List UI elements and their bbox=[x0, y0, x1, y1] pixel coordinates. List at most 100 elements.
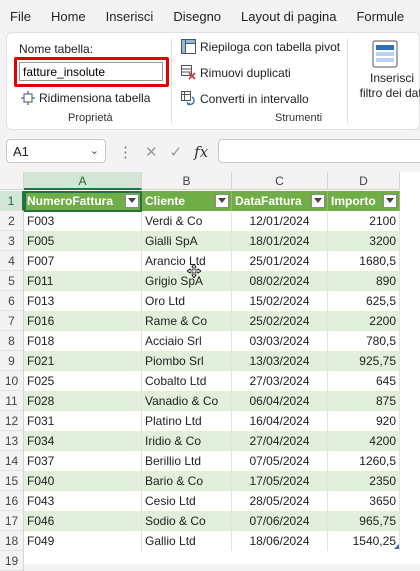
table-cell-numerofattura[interactable]: F049 bbox=[24, 531, 142, 551]
table-cell-importo[interactable]: 2200 bbox=[328, 311, 400, 331]
table-cell-datafattura[interactable]: 18/06/2024 bbox=[232, 531, 328, 551]
table-cell-datafattura[interactable]: 28/05/2024 bbox=[232, 491, 328, 511]
table-cell-numerofattura[interactable]: F018 bbox=[24, 331, 142, 351]
table-cell-datafattura[interactable]: 07/06/2024 bbox=[232, 511, 328, 531]
filter-dropdown-icon[interactable] bbox=[311, 194, 325, 208]
table-cell-numerofattura[interactable]: F013 bbox=[24, 291, 142, 311]
row-header[interactable]: 17 bbox=[0, 511, 24, 531]
table-cell-importo[interactable]: 645 bbox=[328, 371, 400, 391]
menu-home[interactable]: Home bbox=[41, 9, 96, 24]
row-header[interactable]: 14 bbox=[0, 451, 24, 471]
table-cell-numerofattura[interactable]: F005 bbox=[24, 231, 142, 251]
row-header[interactable]: 12 bbox=[0, 411, 24, 431]
table-cell-numerofattura[interactable]: F011 bbox=[24, 271, 142, 291]
table-cell-cliente[interactable]: Piombo Srl bbox=[142, 351, 232, 371]
table-cell-cliente[interactable]: Cobalto Ltd bbox=[142, 371, 232, 391]
table-resize-handle[interactable] bbox=[394, 544, 399, 549]
formula-input[interactable] bbox=[218, 139, 420, 163]
menu-file[interactable]: File bbox=[0, 9, 41, 24]
row-header[interactable]: 8 bbox=[0, 331, 24, 351]
insert-slicer-button[interactable]: Inserisci filtro dei dati bbox=[352, 39, 420, 101]
table-cell-numerofattura[interactable]: F028 bbox=[24, 391, 142, 411]
column-header-d[interactable]: D bbox=[328, 172, 400, 190]
row-header[interactable]: 18 bbox=[0, 531, 24, 551]
table-cell-numerofattura[interactable]: F007 bbox=[24, 251, 142, 271]
table-cell-cliente[interactable]: Rame & Co bbox=[142, 311, 232, 331]
filter-dropdown-icon[interactable] bbox=[125, 194, 139, 208]
table-cell-numerofattura[interactable]: F031 bbox=[24, 411, 142, 431]
column-header-a[interactable]: A bbox=[24, 172, 142, 190]
table-cell-datafattura[interactable]: 16/04/2024 bbox=[232, 411, 328, 431]
table-cell-importo[interactable]: 3650 bbox=[328, 491, 400, 511]
table-cell-cliente[interactable]: Vanadio & Co bbox=[142, 391, 232, 411]
table-cell-datafattura[interactable]: 25/02/2024 bbox=[232, 311, 328, 331]
worksheet-grid[interactable]: A B C D 1 2 3 4 5 6 7 8 9 10 11 12 13 14 15 16 17 18 19 NumeroF… bbox=[0, 172, 420, 571]
table-cell-importo[interactable]: 4200 bbox=[328, 431, 400, 451]
row-header[interactable]: 4 bbox=[0, 251, 24, 271]
table-cell-cliente[interactable]: Platino Ltd bbox=[142, 411, 232, 431]
row-header[interactable]: 3 bbox=[0, 231, 24, 251]
row-header[interactable]: 16 bbox=[0, 491, 24, 511]
name-box[interactable]: A1 ⌄ bbox=[6, 139, 106, 163]
table-cell-numerofattura[interactable]: F040 bbox=[24, 471, 142, 491]
header-cell[interactable]: Cliente bbox=[142, 191, 232, 211]
menu-disegno[interactable]: Disegno bbox=[163, 9, 231, 24]
row-header[interactable]: 19 bbox=[0, 551, 24, 571]
header-cell[interactable]: DataFattura bbox=[232, 191, 328, 211]
table-cell-cliente[interactable]: Gialli SpA bbox=[142, 231, 232, 251]
table-cell-datafattura[interactable]: 08/02/2024 bbox=[232, 271, 328, 291]
table-cell-importo[interactable]: 875 bbox=[328, 391, 400, 411]
row-header[interactable]: 9 bbox=[0, 351, 24, 371]
table-cell-cliente[interactable]: Iridio & Co bbox=[142, 431, 232, 451]
table-cell-importo[interactable]: 2350 bbox=[328, 471, 400, 491]
row-header[interactable]: 11 bbox=[0, 391, 24, 411]
table-cell-importo[interactable]: 920 bbox=[328, 411, 400, 431]
row-header[interactable]: 7 bbox=[0, 311, 24, 331]
table-cell-datafattura[interactable]: 17/05/2024 bbox=[232, 471, 328, 491]
row-header[interactable]: 13 bbox=[0, 431, 24, 451]
table-cell-cliente[interactable]: Sodio & Co bbox=[142, 511, 232, 531]
table-cell-numerofattura[interactable]: F025 bbox=[24, 371, 142, 391]
row-header[interactable]: 2 bbox=[0, 211, 24, 231]
table-cell-numerofattura[interactable]: F046 bbox=[24, 511, 142, 531]
menu-inserisci[interactable]: Inserisci bbox=[96, 9, 164, 24]
table-cell-importo[interactable]: 1540,25 bbox=[328, 531, 400, 551]
table-cell-numerofattura[interactable]: F037 bbox=[24, 451, 142, 471]
more-icon[interactable]: ⋮ bbox=[118, 143, 133, 161]
filter-dropdown-icon[interactable] bbox=[215, 194, 229, 208]
select-all-corner[interactable] bbox=[0, 172, 24, 190]
insert-function-icon[interactable]: fx bbox=[194, 143, 208, 161]
table-cell-datafattura[interactable]: 27/03/2024 bbox=[232, 371, 328, 391]
row-header[interactable]: 10 bbox=[0, 371, 24, 391]
row-header[interactable]: 6 bbox=[0, 291, 24, 311]
table-cell-datafattura[interactable]: 25/01/2024 bbox=[232, 251, 328, 271]
row-header[interactable]: 15 bbox=[0, 471, 24, 491]
filter-dropdown-icon[interactable] bbox=[383, 194, 397, 208]
table-cell-datafattura[interactable]: 06/04/2024 bbox=[232, 391, 328, 411]
chevron-down-icon[interactable]: ⌄ bbox=[90, 144, 99, 157]
table-cell-numerofattura[interactable]: F043 bbox=[24, 491, 142, 511]
convert-to-range-button[interactable]: Converti in intervallo bbox=[181, 91, 309, 106]
table-cell-numerofattura[interactable]: F016 bbox=[24, 311, 142, 331]
table-cell-datafattura[interactable]: 12/01/2024 bbox=[232, 211, 328, 231]
cancel-icon[interactable]: ✕ bbox=[145, 143, 158, 161]
table-cell-datafattura[interactable]: 07/05/2024 bbox=[232, 451, 328, 471]
row-header[interactable]: 1 bbox=[0, 191, 24, 211]
menu-formule[interactable]: Formule bbox=[346, 9, 414, 24]
table-cell-datafattura[interactable]: 03/03/2024 bbox=[232, 331, 328, 351]
table-cell-cliente[interactable]: Gallio Ltd bbox=[142, 531, 232, 551]
table-cell-numerofattura[interactable]: F021 bbox=[24, 351, 142, 371]
table-cell-importo[interactable]: 1680,5 bbox=[328, 251, 400, 271]
table-cell-datafattura[interactable]: 13/03/2024 bbox=[232, 351, 328, 371]
pivot-summary-button[interactable]: Riepiloga con tabella pivot bbox=[181, 39, 340, 54]
menu-layout-di-pagina[interactable]: Layout di pagina bbox=[231, 9, 346, 24]
table-cell-importo[interactable]: 3200 bbox=[328, 231, 400, 251]
table-cell-importo[interactable]: 780,5 bbox=[328, 331, 400, 351]
table-cell-importo[interactable]: 2100 bbox=[328, 211, 400, 231]
table-cell-cliente[interactable]: Cesio Ltd bbox=[142, 491, 232, 511]
table-cell-datafattura[interactable]: 27/04/2024 bbox=[232, 431, 328, 451]
header-cell[interactable]: Importo bbox=[328, 191, 400, 211]
row-header[interactable]: 5 bbox=[0, 271, 24, 291]
table-cell-cliente[interactable]: Berillio Ltd bbox=[142, 451, 232, 471]
table-cell-datafattura[interactable]: 18/01/2024 bbox=[232, 231, 328, 251]
